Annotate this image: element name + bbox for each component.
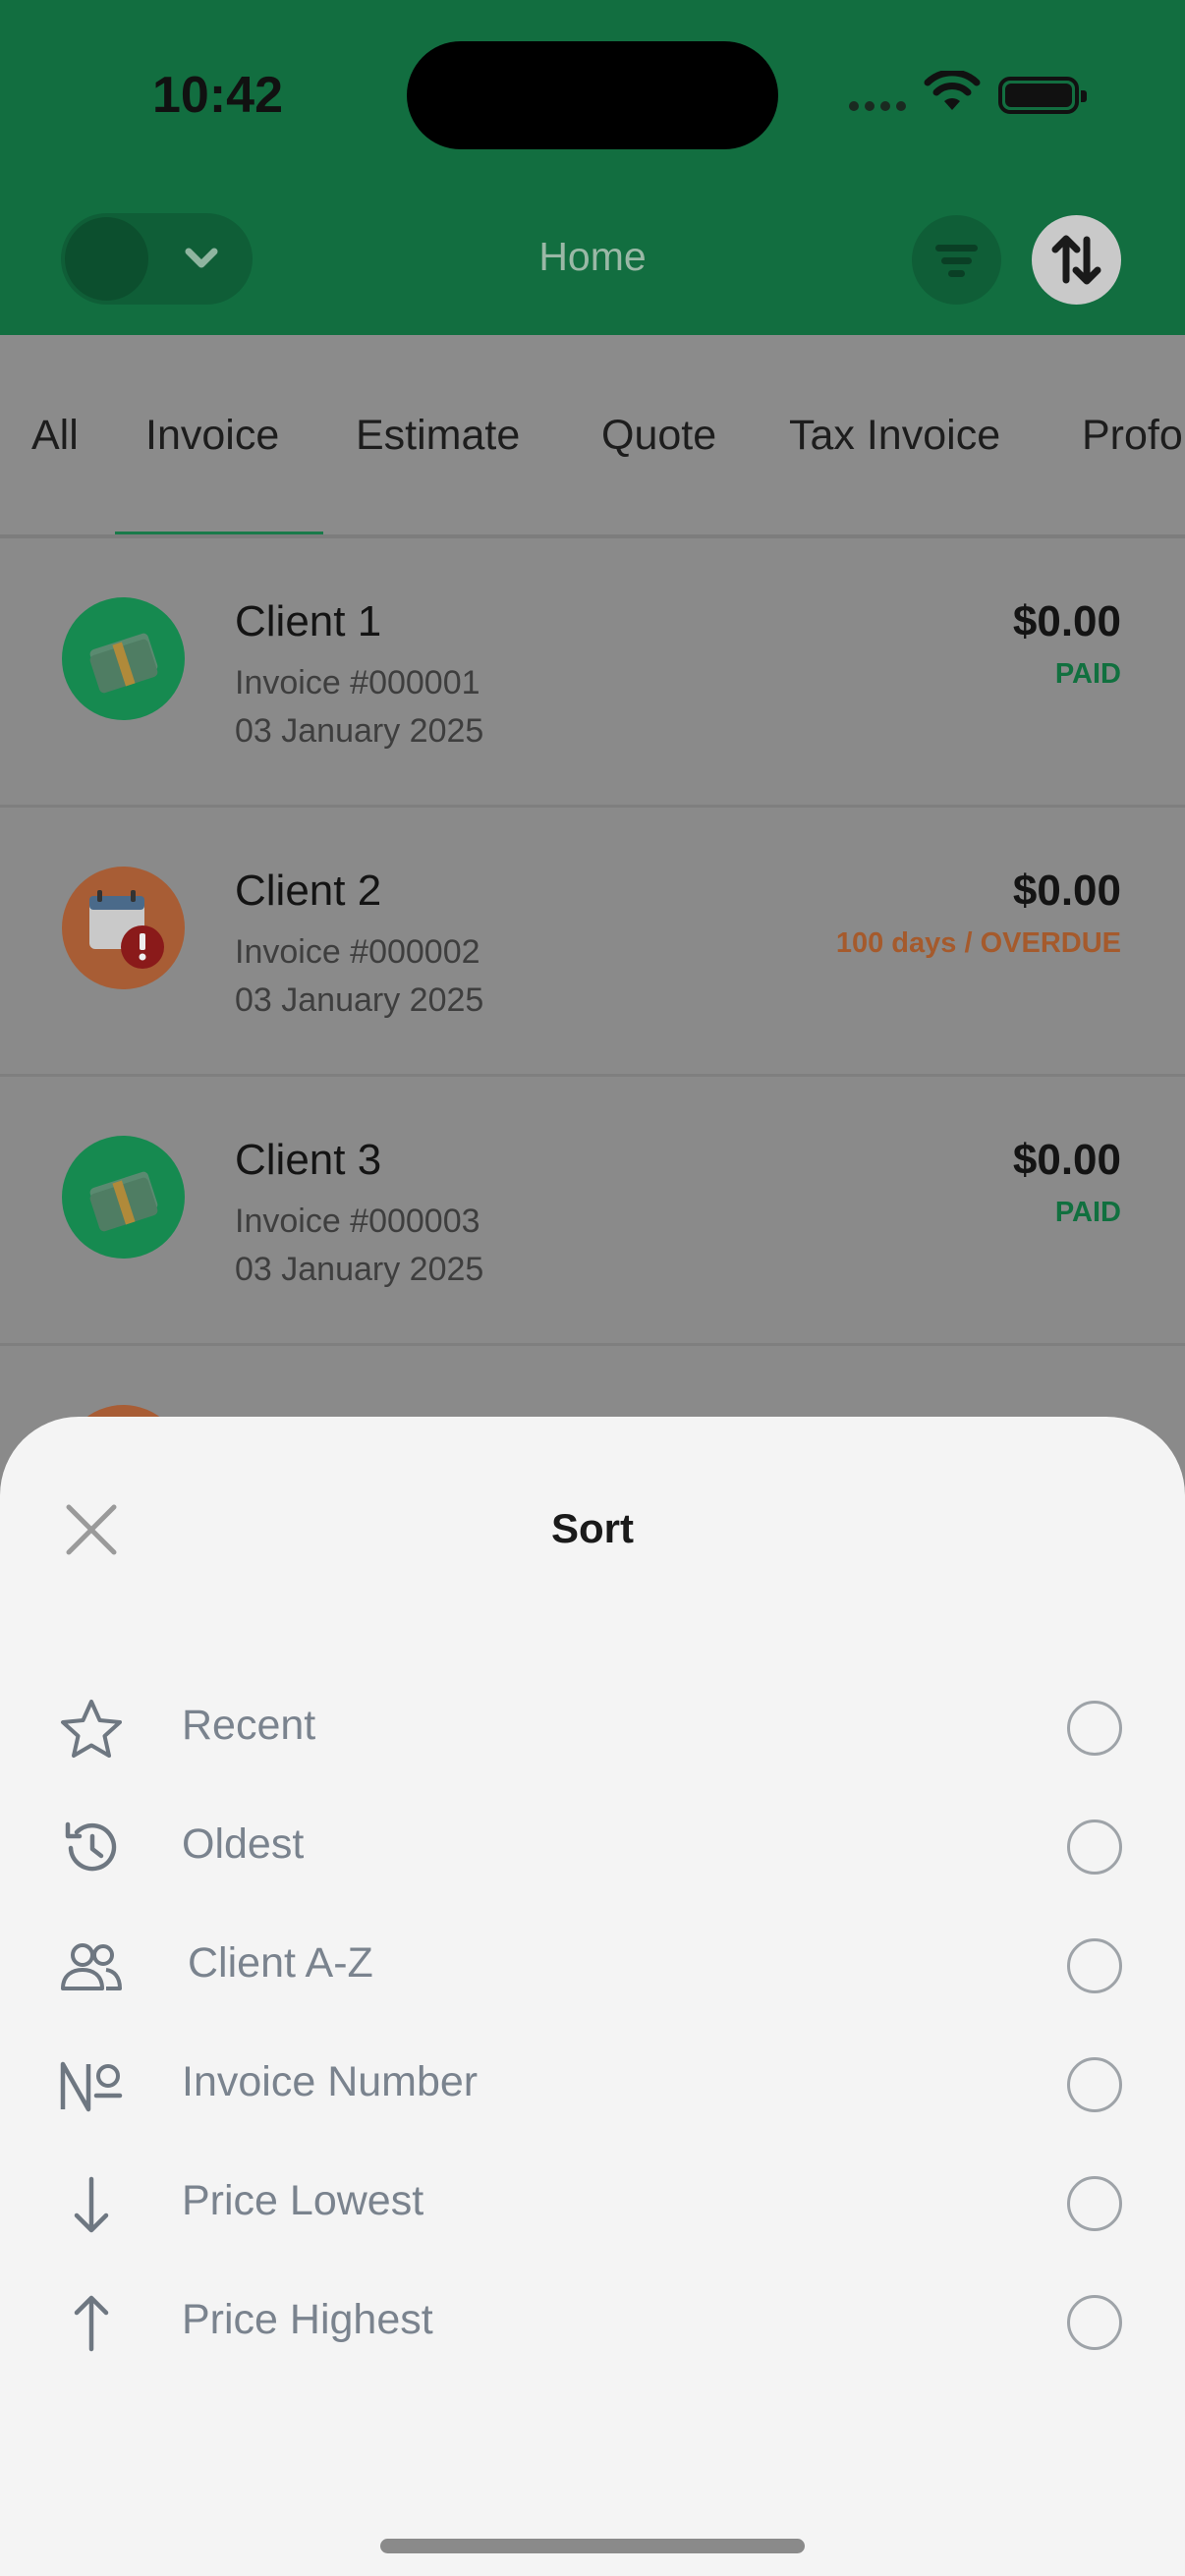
arrow-down-icon [74,2176,109,2233]
sort-option-client-a-z[interactable]: Client A-Z [0,1909,1185,2017]
arrow-up-icon [74,2295,109,2352]
sort-option-invoice-number[interactable]: Invoice Number [0,2028,1185,2136]
tab-estimate[interactable]: Estimate [356,412,520,460]
tab-proforma[interactable]: Proforma [1082,412,1185,460]
sort-arrows-icon [1051,235,1101,285]
tab-quote[interactable]: Quote [601,412,716,460]
tab-all[interactable]: All [31,412,79,460]
tab-invoice[interactable]: Invoice [145,412,279,460]
cash-icon [89,633,158,694]
page-title: Home [538,234,647,279]
filter-button[interactable] [912,215,1001,305]
sort-option-label: Price Lowest [182,2177,424,2224]
cellular-signal-icon [849,101,906,111]
invoice-avatar [62,867,185,989]
radio-button[interactable] [1067,2176,1122,2231]
tab-tax-invoice[interactable]: Tax Invoice [789,412,1000,460]
invoice-number: Invoice #000003 [235,1203,480,1240]
client-name: Client 3 [235,1136,382,1184]
radio-button[interactable] [1067,2057,1122,2112]
sort-option-price-highest[interactable]: Price Highest [0,2266,1185,2374]
radio-button[interactable] [1067,1938,1122,1993]
invoice-amount: $0.00 [1012,1136,1121,1184]
sort-option-label: Invoice Number [182,2058,479,2105]
star-icon [61,1700,122,1758]
sort-button[interactable] [1032,215,1121,305]
sort-option-label: Recent [182,1702,316,1749]
radio-button[interactable] [1067,2295,1122,2350]
dynamic-island [407,41,778,149]
invoice-date: 03 January 2025 [235,1251,484,1288]
sort-option-label: Client A-Z [188,1939,373,1987]
document-type-tabs: All Invoice Estimate Quote Tax Invoice P… [0,335,1185,538]
cash-icon [89,1171,158,1232]
clients-icon [61,1943,122,1990]
invoice-amount: $0.00 [1012,597,1121,645]
wifi-icon [924,71,981,110]
history-icon [65,1821,117,1872]
invoice-avatar [62,597,185,720]
status-badge: PAID [1054,658,1121,690]
invoice-date: 03 January 2025 [235,712,484,750]
radio-button[interactable] [1067,1820,1122,1875]
sort-option-recent[interactable] [0,1417,1185,1525]
invoice-row[interactable]: Client 3 Invoice #000003 03 January 2025… [0,1077,1185,1346]
status-badge: PAID [1054,1197,1121,1228]
sort-option-oldest[interactable]: Oldest [0,1790,1185,1898]
home-indicator [380,2539,805,2553]
client-name: Client 1 [235,597,382,645]
invoice-amount: $0.00 [1012,867,1121,915]
sort-option-label: Oldest [182,1820,305,1868]
calendar-alert-icon [89,890,164,969]
client-name: Client 2 [235,867,382,915]
sort-option-price-lowest[interactable]: Price Lowest [0,2147,1185,2255]
radio-button[interactable] [1067,1701,1122,1756]
status-time: 10:42 [152,67,283,124]
app-header: 10:42 Home [0,0,1185,335]
filter-icon [935,245,978,277]
invoice-date: 03 January 2025 [235,981,484,1019]
invoice-number: Invoice #000002 [235,933,480,971]
active-tab-indicator [115,532,323,534]
invoice-number: Invoice #000001 [235,664,480,701]
invoice-avatar [62,1136,185,1259]
status-badge: 100 days / OVERDUE [835,927,1121,959]
number-sign-icon [60,2061,123,2112]
battery-icon [998,77,1087,114]
sort-option-recent[interactable]: Recent [0,1671,1185,1779]
invoice-row[interactable]: Client 1 Invoice #000001 03 January 2025… [0,538,1185,808]
sort-option-label: Price Highest [182,2296,433,2343]
invoice-row[interactable]: Client 2 Invoice #000002 03 January 2025… [0,808,1185,1077]
